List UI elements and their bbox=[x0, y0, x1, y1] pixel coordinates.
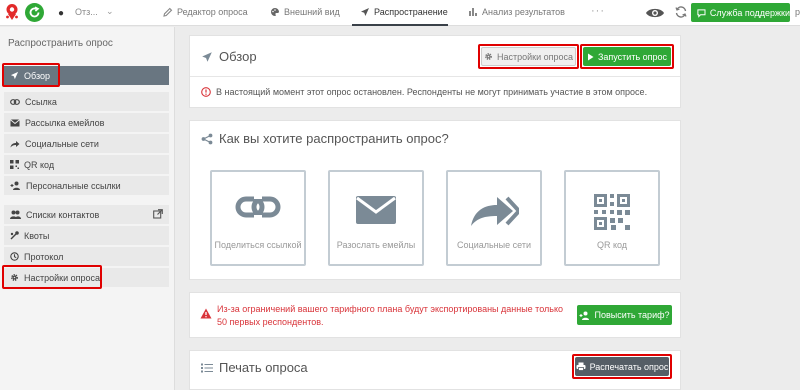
share-title-text: Как вы хотите распространить опрос? bbox=[219, 131, 449, 146]
support-label: Служба поддержки bbox=[709, 7, 790, 18]
sidebar-title: Распространить опрос bbox=[8, 38, 113, 49]
sidebar: Распространить опрос Обзор Ссылка Рассыл… bbox=[0, 27, 175, 390]
print-title-text: Печать опроса bbox=[219, 360, 308, 375]
add-user-icon bbox=[10, 181, 20, 190]
share-option-social[interactable]: Социальные сети bbox=[446, 170, 542, 266]
survey-stopped-text: В настоящий момент этот опрос остановлен… bbox=[216, 87, 648, 97]
users-icon bbox=[10, 210, 21, 219]
app-logo-icon[interactable] bbox=[3, 3, 21, 21]
qr-code-icon bbox=[594, 194, 630, 230]
envelope-icon bbox=[356, 196, 396, 224]
share-title: Как вы хотите распространить опрос? bbox=[201, 131, 449, 146]
quota-icon bbox=[10, 231, 19, 240]
sidebar-item-qr[interactable]: QR код bbox=[4, 155, 169, 174]
tab-label: Анализ результатов bbox=[482, 7, 565, 17]
paper-plane-icon bbox=[202, 51, 212, 62]
sidebar-item-label: Списки контактов bbox=[26, 209, 100, 220]
highlight-print-button bbox=[572, 354, 672, 379]
print-title: Печать опроса bbox=[201, 360, 308, 375]
pencil-icon bbox=[163, 7, 173, 17]
tab-appearance[interactable]: Внешний вид bbox=[270, 7, 340, 17]
chat-icon bbox=[697, 8, 706, 18]
paper-plane-icon bbox=[361, 8, 369, 16]
preview-eye-icon[interactable] bbox=[645, 5, 665, 21]
sidebar-item-label: QR код bbox=[24, 159, 55, 170]
refresh-status-icon[interactable] bbox=[25, 3, 44, 22]
upgrade-plan-label: Повысить тариф? bbox=[594, 310, 670, 320]
divider bbox=[190, 76, 680, 77]
palette-icon bbox=[271, 7, 280, 16]
share-option-label: Разослать емейлы bbox=[336, 240, 416, 250]
tab-distribution[interactable]: Распространение bbox=[360, 7, 448, 17]
envelope-icon bbox=[10, 118, 20, 126]
sidebar-item-label: Квоты bbox=[24, 230, 50, 241]
sidebar-item-email[interactable]: Рассылка емейлов bbox=[4, 113, 169, 132]
alert-circle-icon bbox=[201, 87, 211, 97]
plan-limit-message: Из-за ограничений вашего тарифного плана… bbox=[217, 304, 563, 327]
user-menu-partial[interactable]: р bbox=[795, 7, 800, 17]
share-option-qr[interactable]: QR код bbox=[564, 170, 660, 266]
sidebar-item-label: Социальные сети bbox=[25, 138, 99, 149]
share-option-link[interactable]: Поделиться ссылкой bbox=[210, 170, 306, 266]
add-user-icon bbox=[579, 311, 590, 320]
status-dot-icon: ● bbox=[58, 8, 65, 19]
external-link-icon[interactable] bbox=[153, 209, 163, 219]
share-option-label: QR код bbox=[596, 240, 628, 250]
highlight-launch-button bbox=[580, 44, 674, 69]
share-option-label: Поделиться ссылкой bbox=[214, 240, 302, 250]
share-icon bbox=[201, 133, 213, 144]
overview-title-text: Обзор bbox=[219, 49, 257, 64]
tab-results-analysis[interactable]: Анализ результатов bbox=[468, 7, 565, 17]
active-tab-indicator bbox=[352, 24, 448, 26]
chevron-down-icon[interactable]: ⌄ bbox=[106, 6, 114, 17]
share-option-email[interactable]: Разослать емейлы bbox=[328, 170, 424, 266]
share-option-label: Социальные сети bbox=[457, 240, 531, 250]
sidebar-item-social[interactable]: Социальные сети bbox=[4, 134, 169, 153]
sidebar-item-contact-lists[interactable]: Списки контактов bbox=[4, 205, 169, 224]
sidebar-item-log[interactable]: Протокол bbox=[4, 247, 169, 266]
tab-label: Редактор опроса bbox=[177, 7, 248, 17]
history-icon bbox=[10, 252, 19, 261]
survey-stopped-alert: В настоящий момент этот опрос остановлен… bbox=[201, 87, 647, 97]
overview-title: Обзор bbox=[201, 49, 257, 64]
highlight-survey-settings bbox=[2, 265, 102, 289]
top-bar: ● Отз... ⌄ Редактор опроса Внешний вид Р… bbox=[0, 0, 800, 26]
highlight-overview bbox=[2, 63, 60, 87]
more-options-icon[interactable]: ··· bbox=[591, 5, 605, 17]
highlight-settings-button bbox=[478, 44, 579, 69]
share-arrow-icon bbox=[471, 196, 519, 226]
survey-name[interactable]: Отз... bbox=[75, 7, 98, 17]
sidebar-item-label: Протокол bbox=[24, 251, 64, 262]
sidebar-item-personal-links[interactable]: Персональные ссылки bbox=[4, 176, 169, 195]
share-arrow-icon bbox=[10, 140, 20, 147]
sync-icon[interactable] bbox=[674, 5, 688, 19]
sidebar-item-label: Рассылка емейлов bbox=[25, 117, 105, 128]
support-button[interactable]: Служба поддержки bbox=[691, 3, 790, 22]
sidebar-item-label: Ссылка bbox=[25, 96, 57, 107]
link-icon bbox=[10, 98, 20, 105]
tab-label: Распространение bbox=[374, 7, 448, 17]
tab-survey-editor[interactable]: Редактор опроса bbox=[163, 7, 248, 17]
link-icon bbox=[235, 194, 281, 220]
sidebar-item-link[interactable]: Ссылка bbox=[4, 92, 169, 111]
warning-triangle-icon bbox=[200, 308, 212, 319]
bar-chart-icon bbox=[469, 8, 477, 16]
list-icon bbox=[201, 363, 213, 372]
sidebar-item-quotas[interactable]: Квоты bbox=[4, 226, 169, 245]
qr-code-icon bbox=[10, 160, 19, 169]
upgrade-plan-button[interactable]: Повысить тариф? bbox=[577, 305, 672, 325]
sidebar-item-label: Персональные ссылки bbox=[26, 180, 121, 191]
tab-label: Внешний вид bbox=[284, 7, 340, 17]
